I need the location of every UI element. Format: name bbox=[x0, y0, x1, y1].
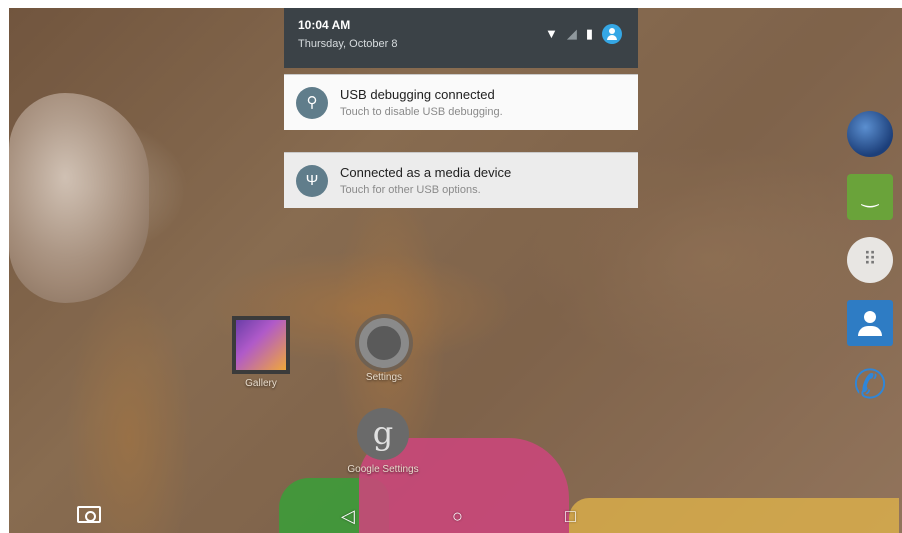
screenshot-icon[interactable] bbox=[77, 506, 101, 523]
phone-icon[interactable]: ✆ bbox=[847, 362, 893, 408]
notification-usb-debugging[interactable]: ⚲ USB debugging connected Touch to disab… bbox=[284, 74, 638, 130]
gallery-label: Gallery bbox=[245, 378, 277, 389]
date: Thursday, October 8 bbox=[298, 38, 398, 50]
notification-subtitle: Touch to disable USB debugging. bbox=[340, 106, 503, 118]
notification-media-device[interactable]: Ψ Connected as a media device Touch for … bbox=[284, 152, 638, 208]
browser-icon[interactable] bbox=[847, 111, 893, 157]
navigation-bar: ◁ ○ □ bbox=[9, 498, 902, 533]
settings-label: Settings bbox=[365, 372, 403, 383]
clock: 10:04 AM bbox=[298, 18, 351, 32]
google-settings-label: Google Settings bbox=[347, 464, 419, 475]
status-icons: ▼ ◢ ▮ bbox=[545, 24, 622, 44]
battery-icon: ▮ bbox=[585, 26, 593, 41]
notification-title: USB debugging connected bbox=[340, 87, 495, 102]
contacts-icon[interactable] bbox=[847, 300, 893, 346]
apps-icon[interactable]: ⠿ bbox=[847, 237, 893, 283]
user-icon[interactable] bbox=[602, 24, 622, 44]
gallery-icon bbox=[232, 316, 290, 374]
notification-shade: 10:04 AM Thursday, October 8 ▼ ◢ ▮ ⚲ USB… bbox=[284, 8, 638, 211]
notification-subtitle: Touch for other USB options. bbox=[340, 184, 481, 196]
usb-icon: Ψ bbox=[296, 165, 328, 197]
gallery-shortcut[interactable]: Gallery bbox=[231, 316, 291, 389]
google-settings-shortcut[interactable]: g Google Settings bbox=[343, 408, 423, 475]
settings-shortcut[interactable]: Settings bbox=[354, 318, 414, 383]
back-icon[interactable]: ◁ bbox=[341, 506, 355, 526]
wallpaper-shell bbox=[9, 93, 149, 303]
google-settings-icon: g bbox=[357, 408, 409, 460]
notification-title: Connected as a media device bbox=[340, 165, 512, 180]
quick-settings-header[interactable]: 10:04 AM Thursday, October 8 ▼ ◢ ▮ bbox=[284, 8, 638, 68]
wifi-icon: ▼ bbox=[544, 26, 558, 41]
signal-icon: ◢ bbox=[566, 26, 577, 41]
home-icon[interactable]: ○ bbox=[452, 506, 463, 526]
messenger-icon[interactable]: ‿ bbox=[847, 174, 893, 220]
gear-icon bbox=[359, 318, 409, 368]
recents-icon[interactable]: □ bbox=[565, 506, 576, 526]
usb-debug-icon: ⚲ bbox=[296, 87, 328, 119]
